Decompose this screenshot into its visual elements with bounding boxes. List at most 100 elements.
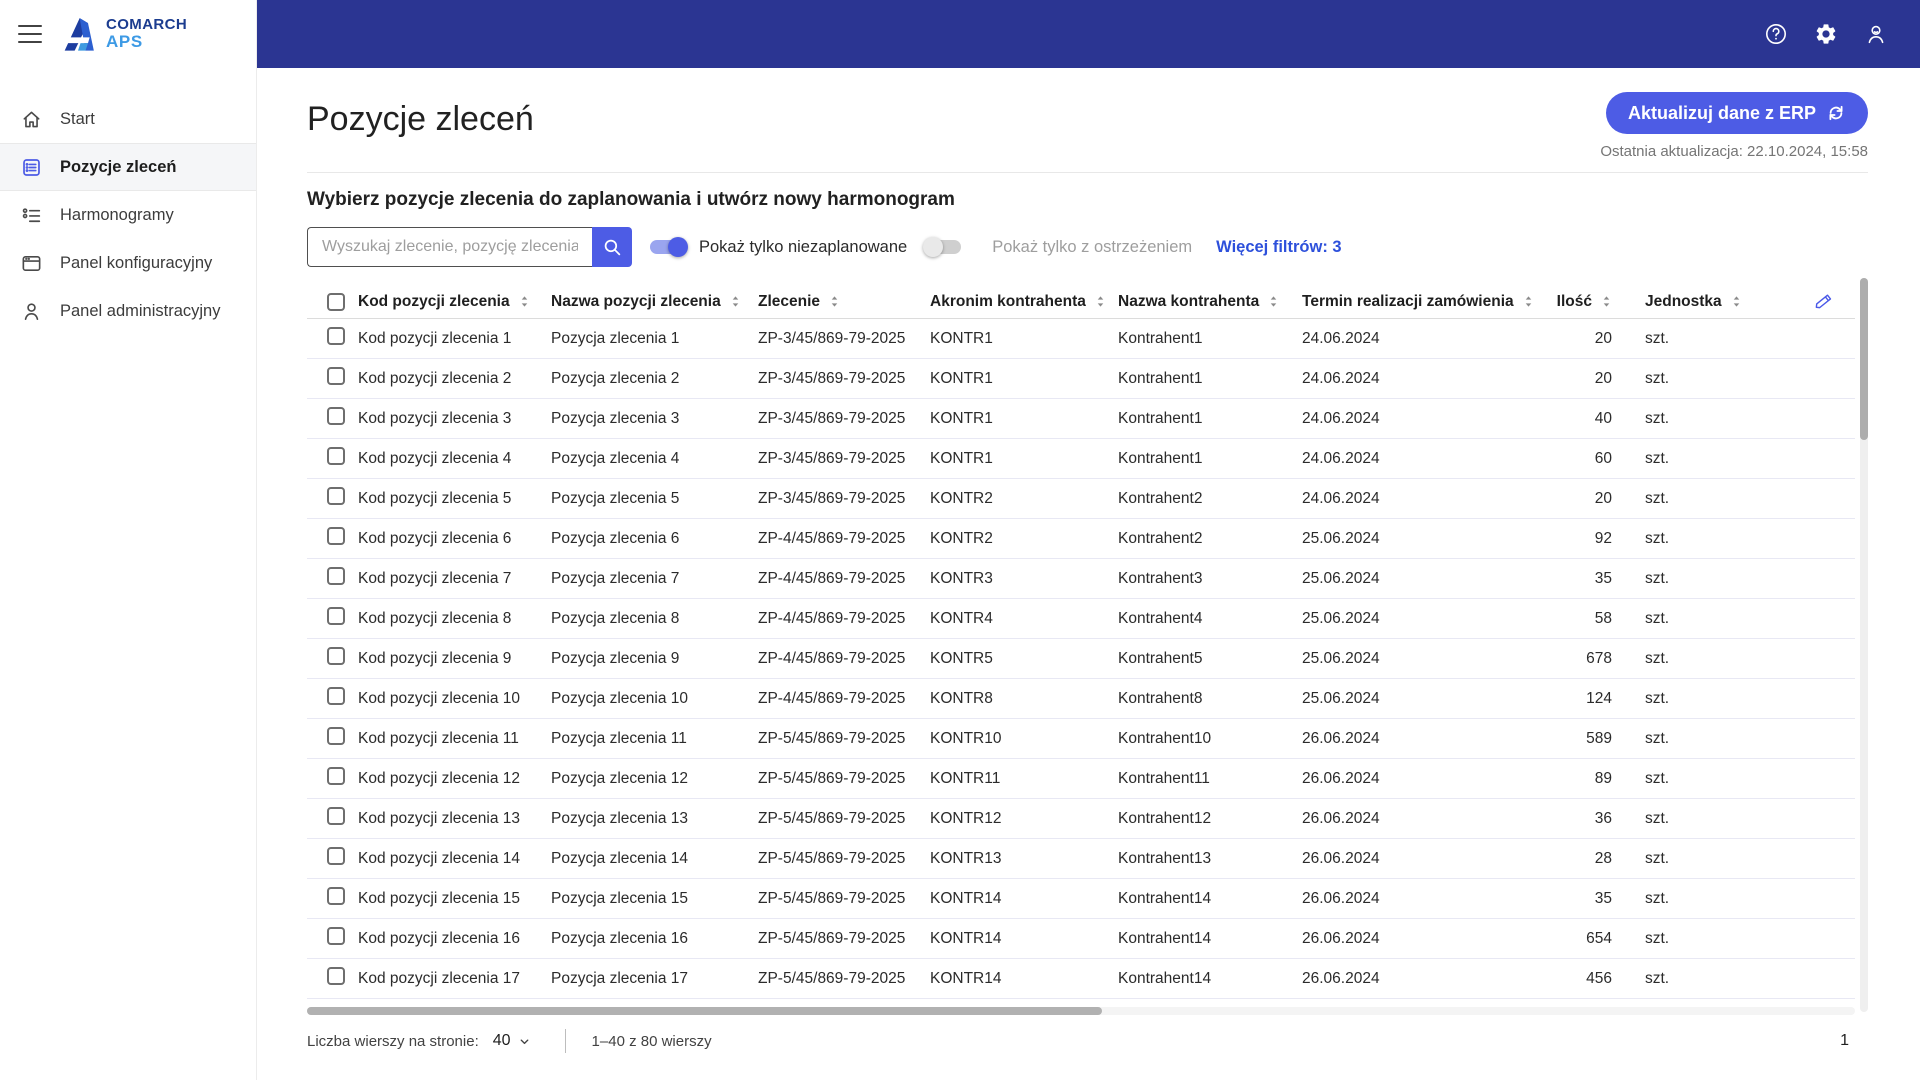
vertical-scrollbar	[1860, 278, 1868, 1012]
cell-kontrahent: Kontrahent1	[1118, 330, 1302, 348]
help-icon[interactable]	[1764, 22, 1788, 46]
cell-kontrahent: Kontrahent13	[1118, 850, 1302, 868]
hamburger-menu-icon[interactable]	[18, 25, 42, 43]
cell-kontrahent: Kontrahent1	[1118, 450, 1302, 468]
table-row: Kod pozycji zlecenia 9Pozycja zlecenia 9…	[307, 639, 1855, 679]
cell-kontrahent: Kontrahent3	[1118, 570, 1302, 588]
sort-icon[interactable]	[1268, 295, 1279, 308]
sort-icon[interactable]	[1095, 295, 1106, 308]
sort-icon[interactable]	[1601, 295, 1612, 308]
cell-akronim: KONTR12	[930, 810, 1118, 828]
vertical-scrollbar-thumb[interactable]	[1860, 278, 1868, 440]
cell-jednostka: szt.	[1612, 450, 1792, 468]
cell-kod: Kod pozycji zlecenia 2	[358, 370, 551, 388]
column-header[interactable]: Ilość	[1550, 293, 1612, 311]
last-update-text: Ostatnia aktualizacja: 22.10.2024, 15:58	[1600, 143, 1868, 160]
comarch-aps-logo: COMARCH APS	[58, 14, 187, 54]
row-checkbox[interactable]	[327, 847, 345, 865]
row-checkbox[interactable]	[327, 967, 345, 985]
cell-jednostka: szt.	[1612, 570, 1792, 588]
row-checkbox[interactable]	[327, 567, 345, 585]
row-checkbox[interactable]	[327, 487, 345, 505]
cell-zlecenie: ZP-5/45/869-79-2025	[758, 850, 930, 868]
search-button[interactable]	[592, 227, 632, 267]
sort-icon[interactable]	[730, 295, 741, 308]
cell-termin: 25.06.2024	[1302, 530, 1550, 548]
sidebar-item-start[interactable]: Start	[0, 95, 256, 143]
row-checkbox[interactable]	[327, 607, 345, 625]
row-checkbox[interactable]	[327, 407, 345, 425]
sidebar-item-harmonogramy[interactable]: Harmonogramy	[0, 191, 256, 239]
cell-nazwa: Pozycja zlecenia 8	[551, 610, 758, 628]
column-header[interactable]: Termin realizacji zamówienia	[1302, 293, 1550, 311]
cell-ilosc: 589	[1550, 730, 1612, 748]
cell-kontrahent: Kontrahent14	[1118, 930, 1302, 948]
row-checkbox[interactable]	[327, 807, 345, 825]
row-checkbox[interactable]	[327, 367, 345, 385]
sort-icon[interactable]	[1731, 295, 1742, 308]
cell-zlecenie: ZP-3/45/869-79-2025	[758, 410, 930, 428]
column-header[interactable]: Nazwa pozycji zlecenia	[551, 293, 758, 311]
row-checkbox[interactable]	[327, 687, 345, 705]
cell-jednostka: szt.	[1612, 850, 1792, 868]
sidebar-item-pozycje-zlecen[interactable]: Pozycje zleceń	[0, 143, 256, 191]
column-header[interactable]: Nazwa kontrahenta	[1118, 293, 1302, 311]
sidebar-item-label: Pozycje zleceń	[60, 158, 176, 177]
row-checkbox[interactable]	[327, 527, 345, 545]
cell-jednostka: szt.	[1612, 970, 1792, 988]
row-checkbox[interactable]	[327, 887, 345, 905]
cell-zlecenie: ZP-4/45/869-79-2025	[758, 570, 930, 588]
cell-jednostka: szt.	[1612, 650, 1792, 668]
sidebar-item-panel-administracyjny[interactable]: Panel administracyjny	[0, 287, 256, 335]
row-checkbox[interactable]	[327, 327, 345, 345]
cell-jednostka: szt.	[1612, 530, 1792, 548]
update-erp-button[interactable]: Aktualizuj dane z ERP	[1606, 92, 1868, 134]
gear-icon[interactable]	[1814, 22, 1838, 46]
column-header[interactable]: Akronim kontrahenta	[930, 293, 1118, 311]
toggle-warning[interactable]: Pokaż tylko z ostrzeżeniem	[925, 238, 1192, 257]
toggle-warning-switch[interactable]	[925, 240, 961, 254]
cell-zlecenie: ZP-5/45/869-79-2025	[758, 930, 930, 948]
row-checkbox[interactable]	[327, 447, 345, 465]
cell-kontrahent: Kontrahent1	[1118, 370, 1302, 388]
table-row: Kod pozycji zlecenia 11Pozycja zlecenia …	[307, 719, 1855, 759]
search-input[interactable]	[307, 227, 592, 267]
more-filters-link[interactable]: Więcej filtrów: 3	[1216, 238, 1341, 257]
page-number[interactable]: 1	[1840, 1032, 1855, 1050]
cell-kod: Kod pozycji zlecenia 11	[358, 730, 551, 748]
row-checkbox[interactable]	[327, 647, 345, 665]
cell-zlecenie: ZP-4/45/869-79-2025	[758, 610, 930, 628]
main-content: Pozycje zleceń Aktualizuj dane z ERP Ost…	[257, 68, 1920, 1080]
toggle-unplanned[interactable]: Pokaż tylko niezaplanowane	[650, 238, 907, 257]
table-row: Kod pozycji zlecenia 12Pozycja zlecenia …	[307, 759, 1855, 799]
table-row: Kod pozycji zlecenia 8Pozycja zlecenia 8…	[307, 599, 1855, 639]
cell-akronim: KONTR5	[930, 650, 1118, 668]
rows-per-page-select[interactable]: 40	[493, 1032, 531, 1050]
column-header[interactable]: Kod pozycji zlecenia	[358, 293, 551, 311]
sort-icon[interactable]	[1523, 295, 1534, 308]
sort-icon[interactable]	[829, 295, 840, 308]
cell-jednostka: szt.	[1612, 890, 1792, 908]
horizontal-scrollbar-thumb[interactable]	[307, 1007, 1102, 1015]
row-checkbox[interactable]	[327, 927, 345, 945]
sidebar-item-panel-konfiguracyjny[interactable]: Panel konfiguracyjny	[0, 239, 256, 287]
cell-termin: 26.06.2024	[1302, 970, 1550, 988]
toggle-unplanned-switch[interactable]	[650, 240, 686, 254]
sort-icon[interactable]	[519, 295, 530, 308]
row-checkbox[interactable]	[327, 767, 345, 785]
refresh-icon	[1826, 103, 1846, 123]
edit-columns-pencil-icon[interactable]	[1813, 291, 1834, 312]
column-header[interactable]: Zlecenie	[758, 293, 930, 311]
cell-akronim: KONTR2	[930, 530, 1118, 548]
select-all-checkbox[interactable]	[327, 293, 345, 311]
cell-zlecenie: ZP-5/45/869-79-2025	[758, 810, 930, 828]
cell-kontrahent: Kontrahent11	[1118, 770, 1302, 788]
cell-termin: 24.06.2024	[1302, 490, 1550, 508]
account-icon[interactable]	[1864, 22, 1888, 46]
cell-zlecenie: ZP-4/45/869-79-2025	[758, 650, 930, 668]
row-checkbox[interactable]	[327, 727, 345, 745]
cell-ilosc: 89	[1550, 770, 1612, 788]
column-header[interactable]: Jednostka	[1612, 293, 1792, 311]
cell-zlecenie: ZP-5/45/869-79-2025	[758, 730, 930, 748]
toggle-unplanned-label: Pokaż tylko niezaplanowane	[699, 238, 907, 257]
